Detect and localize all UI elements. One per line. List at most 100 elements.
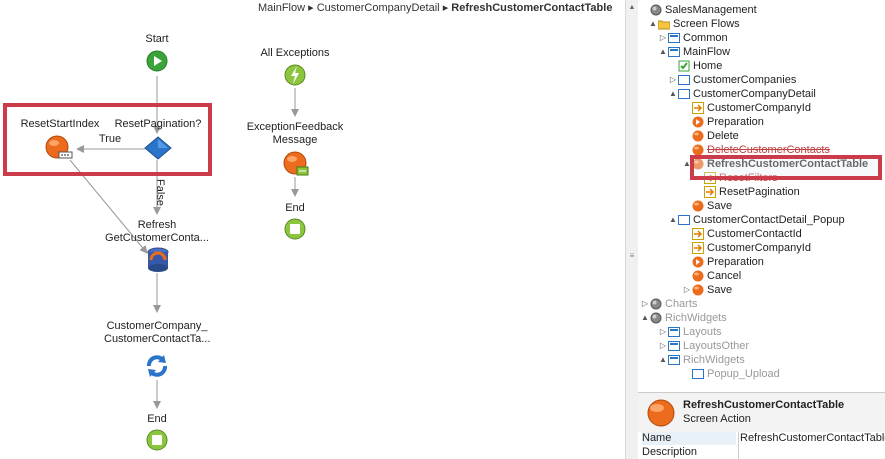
refresh-widget-label-line1: CustomerCompany_ <box>106 320 208 332</box>
tree-item-label: RichWidgets <box>665 312 727 324</box>
tree-item[interactable]: ▲ CustomerContactDetail_Popup <box>668 213 845 227</box>
tree-item[interactable]: ▲ Screen Flows <box>648 17 740 31</box>
property-value-input[interactable] <box>740 446 885 459</box>
exception-handler-icon[interactable] <box>284 63 306 87</box>
preparation-icon <box>692 116 704 128</box>
tree-item[interactable]: ▲ CustomerCompanyDetail <box>668 87 816 101</box>
properties-subtitle: Screen Action <box>683 413 751 425</box>
action-icon <box>692 200 704 212</box>
property-name: Name <box>642 432 736 445</box>
properties-header: RefreshCustomerContactTable Screen Actio… <box>638 392 885 434</box>
folder-icon <box>657 18 671 30</box>
scroll-up-arrow-icon[interactable]: ▲ <box>626 2 638 14</box>
tree-item-label: Preparation <box>707 256 764 268</box>
expander-icon[interactable]: ▲ <box>658 353 668 367</box>
property-row-description[interactable]: Description <box>638 446 885 459</box>
expander-icon[interactable]: ▷ <box>658 339 668 353</box>
tree-item-label: LayoutsOther <box>683 340 750 352</box>
tree-item[interactable]: Delete <box>682 129 739 143</box>
flow-icon <box>668 354 680 366</box>
tree-item-label: CustomerContactDetail_Popup <box>693 214 845 226</box>
tree-item-label: Home <box>693 60 723 72</box>
refresh-node-label-line1: Refresh <box>137 219 177 231</box>
expander-icon[interactable]: ▷ <box>668 73 678 87</box>
preparation-icon <box>692 256 704 268</box>
properties-grid: Name RefreshCustomerContactTable Descrip… <box>638 432 885 459</box>
tree-item-label: Screen Flows <box>673 18 740 30</box>
tree-item-label: Charts <box>665 298 698 310</box>
tree-item[interactable]: ▷ CustomerCompanies <box>668 73 796 87</box>
tree-item-label: Save <box>707 284 733 296</box>
property-value-input[interactable]: RefreshCustomerContactTable <box>740 432 885 445</box>
tree-item-label: CustomerCompanies <box>693 74 797 86</box>
refresh-widget-label-line2: CustomerContactTa... <box>104 333 211 345</box>
expander-icon[interactable]: ▷ <box>682 283 692 297</box>
flow-icon <box>668 340 680 352</box>
tree-item[interactable]: ▷ Charts <box>640 297 697 311</box>
tree-item[interactable]: ▷ Common <box>658 31 728 45</box>
tree-item[interactable]: Preparation <box>682 255 764 269</box>
tree-item-label: Delete <box>707 130 739 142</box>
flow-connectors <box>69 76 299 409</box>
tree-item[interactable]: ▲ RichWidgets <box>640 311 727 325</box>
canvas-vertical-scrollbar[interactable]: ▲ ≡ <box>625 0 639 459</box>
flow-icon <box>668 326 680 338</box>
module-icon <box>650 298 662 310</box>
refresh-data-icon[interactable] <box>145 246 171 274</box>
tree-item[interactable]: CustomerContactId <box>682 227 802 241</box>
start-icon[interactable] <box>146 50 168 72</box>
expander-icon[interactable]: ▲ <box>640 311 650 325</box>
input-param-icon <box>692 228 704 240</box>
tree-item[interactable]: ▷ Layouts <box>658 325 722 339</box>
tree-item[interactable]: CustomerCompanyId <box>682 241 811 255</box>
ajax-refresh-icon[interactable] <box>144 353 170 379</box>
input-param-icon <box>704 186 716 198</box>
screen-icon <box>678 214 690 226</box>
tree-item[interactable]: Preparation <box>682 115 764 129</box>
end-icon[interactable] <box>146 429 168 451</box>
expander-icon[interactable]: ▲ <box>648 17 658 31</box>
expander-icon[interactable]: ▲ <box>658 45 668 59</box>
tree-item-label: Popup_Upload <box>707 368 780 380</box>
exception-end-label: End <box>285 202 305 214</box>
expander-icon[interactable]: ▲ <box>668 87 678 101</box>
home-icon <box>678 60 690 72</box>
tree-item[interactable]: Cancel <box>682 269 741 283</box>
tree-item[interactable]: Home <box>668 59 722 73</box>
expander-icon[interactable]: ▷ <box>658 325 668 339</box>
tree-item-label: CustomerCompanyId <box>707 242 811 254</box>
false-branch-label: False <box>153 179 166 206</box>
tree-item[interactable]: SalesManagement <box>640 3 757 17</box>
tree-item[interactable]: CustomerCompanyId <box>682 101 811 115</box>
tree-item-label: RichWidgets <box>683 354 745 366</box>
feedback-message-icon[interactable] <box>283 150 309 176</box>
tree-item[interactable]: ▷ Save <box>682 283 732 297</box>
screen-action-icon <box>647 399 675 427</box>
action-icon <box>692 270 704 282</box>
action-icon <box>692 284 704 296</box>
screen-icon <box>678 88 690 100</box>
exception-end-icon[interactable] <box>284 218 306 240</box>
tree-item[interactable]: Save <box>682 199 732 213</box>
tree-item[interactable]: ResetPagination <box>694 185 800 199</box>
espace-tree[interactable]: SalesManagement ▲ Screen Flows ▷ Common ▲ Main… <box>638 0 885 392</box>
tree-item[interactable]: ▲ RichWidgets <box>658 353 745 367</box>
tree-item[interactable]: Popup_Upload <box>682 367 780 381</box>
flow-icon <box>668 32 680 44</box>
tree-item[interactable]: ▲ MainFlow <box>658 45 730 59</box>
properties-title: RefreshCustomerContactTable <box>683 399 845 411</box>
tree-item-label: Preparation <box>707 116 764 128</box>
expander-icon[interactable]: ▷ <box>658 31 668 45</box>
screen-icon <box>678 74 690 86</box>
expander-icon[interactable]: ▷ <box>640 297 650 311</box>
expander-icon[interactable]: ▲ <box>668 213 678 227</box>
scroll-grip-icon[interactable]: ≡ <box>628 252 636 260</box>
tree-item-label: Layouts <box>683 326 722 338</box>
tree-item-label: Common <box>683 32 728 44</box>
tree-item[interactable]: ▷ LayoutsOther <box>658 339 749 353</box>
highlight-box-tree <box>690 155 882 180</box>
tree-item-label: Save <box>707 200 733 212</box>
property-row-name[interactable]: Name RefreshCustomerContactTable <box>638 432 885 445</box>
flow-canvas[interactable]: MainFlow ▸ CustomerCompanyDetail ▸ Refre… <box>0 0 625 459</box>
module-icon <box>650 312 662 324</box>
